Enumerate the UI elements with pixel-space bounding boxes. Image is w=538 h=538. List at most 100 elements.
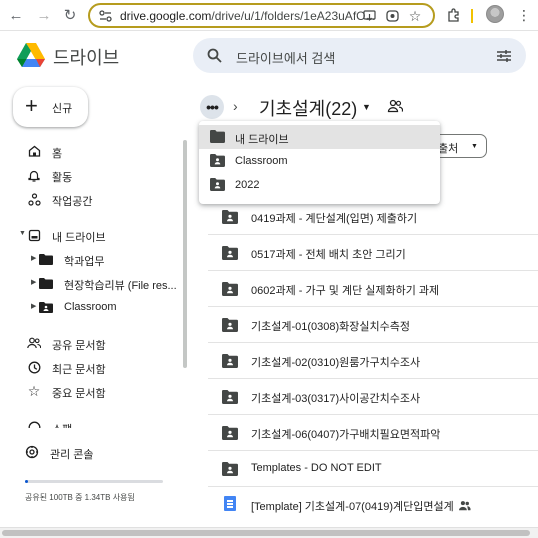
list-item[interactable]: 0602과제 - 가구 및 계단 실제화하기 과제 xyxy=(208,271,538,307)
shared-folder-icon xyxy=(222,318,238,332)
caret-right-icon[interactable]: ▶ xyxy=(31,302,36,310)
star-icon: ☆ xyxy=(27,382,41,399)
forward-arrow-icon[interactable]: → xyxy=(35,6,53,24)
file-name: [Template] 기초설계-07(0419)계단입면설계 xyxy=(251,501,454,513)
sidebar-item-starred[interactable]: ☆ 중요 문서함 xyxy=(0,382,178,402)
folder-icon xyxy=(210,130,225,143)
google-lens-icon[interactable] xyxy=(385,9,399,23)
drive-logo-icon[interactable] xyxy=(17,43,45,68)
breadcrumb-more-button[interactable]: ••• xyxy=(200,95,224,119)
people-icon xyxy=(27,336,41,350)
file-name: 0602과제 - 가구 및 계단 실제화하기 과제 xyxy=(251,285,440,297)
search-icon[interactable] xyxy=(207,48,222,63)
sidebar-item-home[interactable]: 홈 xyxy=(0,142,178,162)
shared-folder-icon xyxy=(222,390,238,404)
sidebar-item-shared[interactable]: 공유 문서함 xyxy=(0,334,178,354)
shared-folder-icon xyxy=(210,154,225,167)
list-item[interactable]: 0517과제 - 전체 배치 초안 그리기 xyxy=(208,235,538,271)
list-item[interactable]: 기초설계-01(0308)화장실치수측정 xyxy=(208,307,538,343)
sidebar-item-activity[interactable]: 활동 xyxy=(0,166,178,186)
back-arrow-icon[interactable]: ← xyxy=(7,6,25,24)
browser-menu-icon[interactable]: ⋮ xyxy=(517,8,531,22)
menu-item-2022[interactable]: 2022 xyxy=(199,173,440,197)
home-icon xyxy=(27,144,41,158)
sidebar-item-label: 최근 문서함 xyxy=(52,364,106,376)
sidebar-item-spam[interactable]: 스팸 xyxy=(0,418,178,428)
folder-icon xyxy=(39,276,53,290)
shared-people-icon xyxy=(459,501,471,511)
sidebar-item-label: 스팸 xyxy=(52,421,72,428)
caret-right-icon[interactable]: ▶ xyxy=(31,278,36,286)
sidebar-item-label: 현장학습리뷰 (File res... xyxy=(64,280,177,292)
new-button[interactable]: + 신규 xyxy=(13,87,88,127)
file-name: 기초설계-02(0310)원룸가구치수조사 xyxy=(251,357,421,369)
caret-down-icon: ▼ xyxy=(471,143,478,150)
folder-icon xyxy=(39,252,53,266)
storage-text[interactable]: 공유된 100TB 중 1.34TB 사용됨 xyxy=(25,492,135,503)
list-item[interactable]: 0419과제 - 계단설계(입면) 제출하기 xyxy=(208,199,538,235)
admin-console-icon xyxy=(25,445,39,459)
shared-folder-icon xyxy=(222,426,238,440)
menu-item-my-drive[interactable]: 내 드라이브 xyxy=(199,125,440,149)
shared-people-icon[interactable] xyxy=(387,99,403,113)
reload-icon[interactable]: ↻ xyxy=(61,6,79,24)
bookmark-star-icon[interactable]: ☆ xyxy=(408,8,422,24)
install-app-icon[interactable] xyxy=(362,9,376,23)
file-name: 0517과제 - 전체 배치 초안 그리기 xyxy=(251,249,406,261)
file-name: Templates - DO NOT EDIT xyxy=(251,462,382,474)
clock-icon xyxy=(27,360,41,374)
sidebar-item-label: 홈 xyxy=(52,148,63,160)
app-name[interactable]: 드라이브 xyxy=(53,44,119,70)
file-name: 기초설계-06(0407)가구배치필요면적파악 xyxy=(251,429,441,441)
sidebar-item-folder[interactable]: ▶ 현장학습리뷰 (File res... xyxy=(0,274,178,294)
shared-folder-icon xyxy=(222,462,238,476)
sidebar-item-label: 관리 콘솔 xyxy=(50,449,94,461)
list-item[interactable]: [Template] 기초설계-07(0419)계단입면설계 xyxy=(208,487,538,523)
shared-folder-icon xyxy=(222,246,238,260)
shared-folder-icon xyxy=(222,210,238,224)
current-folder-title[interactable]: 기초설계(22) xyxy=(259,95,357,121)
scrollbar-thumb[interactable] xyxy=(2,530,530,536)
profile-avatar[interactable] xyxy=(486,5,504,23)
sidebar-item-workspaces[interactable]: 작업공간 xyxy=(0,190,178,210)
shared-folder-icon xyxy=(222,282,238,296)
sidebar-item-label: 중요 문서함 xyxy=(52,388,106,400)
menu-item-classroom[interactable]: Classroom xyxy=(199,149,440,173)
shared-folder-icon xyxy=(222,354,238,368)
menu-item-label: Classroom xyxy=(235,155,288,167)
address-bar[interactable]: drive.google.com/drive/u/1/folders/1eA23… xyxy=(88,3,435,28)
file-name: 기초설계-01(0308)화장실치수측정 xyxy=(251,321,411,333)
sidebar-item-folder[interactable]: ▶ Classroom xyxy=(0,298,178,318)
sidebar-item-label: 내 드라이브 xyxy=(52,232,106,244)
search-options-icon[interactable] xyxy=(496,49,512,63)
search-placeholder: 드라이브에서 검색 xyxy=(236,51,336,66)
menu-item-label: 내 드라이브 xyxy=(235,134,289,146)
list-item[interactable]: 기초설계-06(0407)가구배치필요면적파악 xyxy=(208,415,538,451)
sidebar-item-admin-console[interactable]: 관리 콘솔 xyxy=(0,443,178,463)
url-text: drive.google.com/drive/u/1/folders/1eA23… xyxy=(120,9,375,23)
list-item[interactable]: 기초설계-03(0317)사이공간치수조사 xyxy=(208,379,538,415)
search-bar[interactable]: 드라이브에서 검색 xyxy=(193,38,526,73)
sidebar-scrollbar[interactable] xyxy=(183,140,187,368)
list-item[interactable]: Templates - DO NOT EDIT xyxy=(208,451,538,487)
sidebar-item-recent[interactable]: 최근 문서함 xyxy=(0,358,178,378)
file-name: 0419과제 - 계단설계(입면) 제출하기 xyxy=(251,213,418,225)
sidebar-item-folder[interactable]: ▶ 학과업무 xyxy=(0,250,178,270)
chevron-right-icon: › xyxy=(233,98,238,114)
sidebar-item-my-drive[interactable]: ▼ 내 드라이브 xyxy=(0,226,178,246)
caret-right-icon[interactable]: ▶ xyxy=(31,254,36,262)
breadcrumb-dropdown-menu: 내 드라이브 Classroom 2022 xyxy=(199,121,440,204)
horizontal-scrollbar[interactable] xyxy=(0,527,538,538)
caret-down-icon[interactable]: ▼ xyxy=(19,230,26,237)
caret-down-icon[interactable]: ▼ xyxy=(362,102,371,112)
browser-toolbar: ← → ↻ drive.google.com/drive/u/1/folders… xyxy=(0,0,538,31)
spam-icon xyxy=(27,420,41,428)
new-button-label: 신규 xyxy=(52,103,73,115)
sidebar-item-label: 작업공간 xyxy=(52,196,93,208)
sidebar-item-label: Classroom xyxy=(64,301,117,313)
bell-icon xyxy=(27,168,41,182)
shared-folder-icon xyxy=(39,300,53,314)
list-item[interactable]: 기초설계-02(0310)원룸가구치수조사 xyxy=(208,343,538,379)
extensions-puzzle-icon[interactable] xyxy=(446,7,462,23)
site-settings-icon[interactable] xyxy=(99,10,112,22)
